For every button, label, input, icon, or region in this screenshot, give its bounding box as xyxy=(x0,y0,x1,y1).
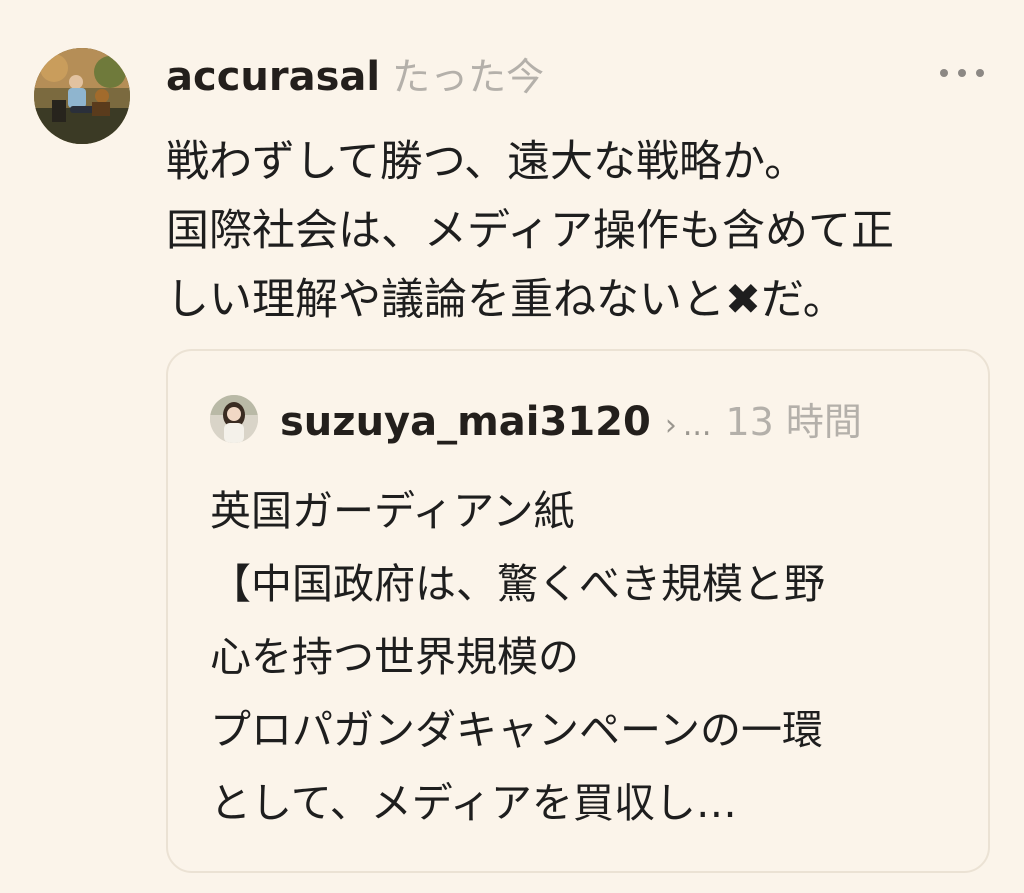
quoted-post-body: 英国ガーディアン紙 【中国政府は、驚くべき規模と野 心を持つ世界規模の プロパガ… xyxy=(210,475,970,840)
quoted-post-header: suzuya_mai3120 › ... 13 時間 xyxy=(280,391,862,446)
more-options-icon[interactable] xyxy=(940,58,984,88)
thread-post: accurasal たった今 戦わずして勝つ、遠大な戦略か。 国際社会は、メディ… xyxy=(0,0,1024,893)
quoted-post-card[interactable]: suzuya_mai3120 › ... 13 時間 英国ガーディアン紙 【中国… xyxy=(166,349,990,873)
post-body-line: しい理解や議論を重ねないと✖だ。 xyxy=(166,275,846,325)
quoted-body-line: 英国ガーディアン紙 xyxy=(210,487,575,535)
post-timestamp: たった今 xyxy=(392,55,545,99)
quoted-body-line: として、メディアを買収し… xyxy=(210,779,737,827)
quoted-author-username[interactable]: suzuya_mai3120 xyxy=(280,399,651,445)
post-header: accurasal たった今 xyxy=(166,46,544,106)
quoted-body-line: 【中国政府は、驚くべき規模と野 xyxy=(210,560,825,608)
quoted-body-line: プロパガンダキャンペーンの一環 xyxy=(210,706,823,754)
chevron-right-icon: › xyxy=(664,408,677,443)
more-dot-icon xyxy=(958,69,966,77)
more-dot-icon xyxy=(940,69,948,77)
post-body: 戦わずして勝つ、遠大な戦略か。 国際社会は、メディア操作も含めて正 しい理解や議… xyxy=(166,128,1006,335)
author-avatar[interactable] xyxy=(34,48,130,144)
quoted-author-avatar[interactable] xyxy=(210,395,258,443)
post-body-line: 国際社会は、メディア操作も含めて正 xyxy=(166,206,894,256)
truncation-ellipsis: ... xyxy=(682,408,712,443)
author-username[interactable]: accurasal xyxy=(166,54,380,100)
post-body-line: 戦わずして勝つ、遠大な戦略か。 xyxy=(166,137,808,187)
quoted-body-line: 心を持つ世界規模の xyxy=(210,633,579,681)
more-dot-icon xyxy=(976,69,984,77)
quoted-post-timestamp: 13 時間 xyxy=(725,400,862,444)
